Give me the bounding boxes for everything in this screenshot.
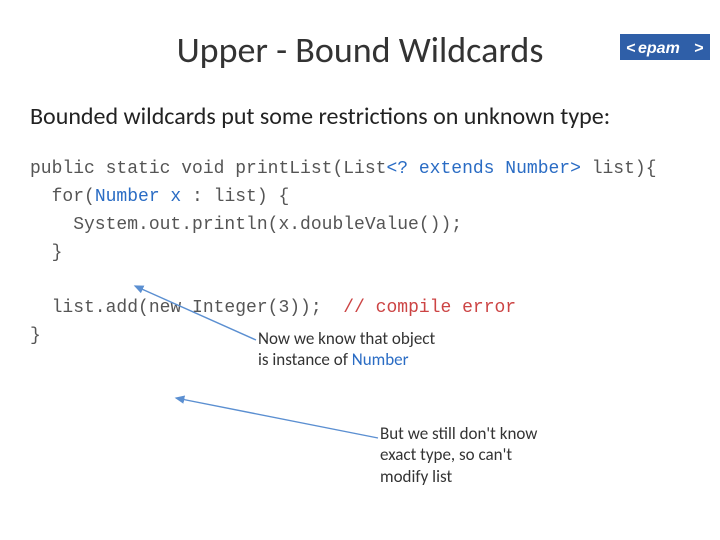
- code-line-2: for(Number x : list) {: [30, 187, 289, 207]
- svg-text:epam: epam: [638, 40, 680, 57]
- svg-text:>: >: [694, 40, 703, 57]
- code-block: public static void printList(List<? exte…: [30, 156, 720, 351]
- epam-logo: < epam >: [620, 34, 710, 65]
- code-line-4: }: [30, 243, 62, 263]
- svg-text:<: <: [626, 40, 635, 57]
- slide-title: Upper - Bound Wildcards: [0, 28, 720, 72]
- code-line-7: }: [30, 326, 41, 346]
- code-line-3: System.out.println(x.doubleValue());: [30, 215, 462, 235]
- code-line-6: list.add(new Integer(3)); // compile err…: [30, 298, 516, 318]
- slide-subtitle: Bounded wildcards put some restrictions …: [30, 102, 690, 132]
- annotation-cannot-modify: But we still don't know exact type, so c…: [380, 423, 537, 487]
- code-line-1: public static void printList(List<? exte…: [30, 159, 657, 179]
- annotation-instance-of-number: Now we know that object is instance of N…: [258, 328, 435, 371]
